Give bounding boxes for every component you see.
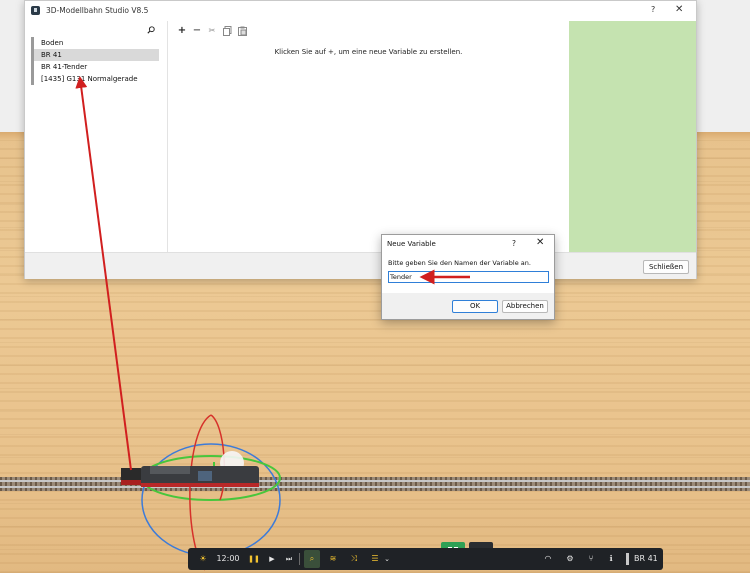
list-item-selected[interactable]: BR 41 [31,49,159,61]
copy-icon[interactable] [222,26,232,36]
remove-icon[interactable]: − [192,26,202,36]
cancel-button[interactable]: Abbrechen [502,300,548,313]
rail [0,480,750,482]
window-footer: Schließen [25,252,696,279]
object-tree: Boden BR 41 BR 41-Tender [1435] G131 Nor… [31,37,159,85]
new-variable-dialog[interactable]: Neue Variable ? ✕ Bitte geben Sie den Na… [381,234,555,320]
window-title: 3D-Modellbahn Studio V8.5 [46,6,149,15]
list-item[interactable]: Boden [31,37,159,49]
variables-pane: + − ✂ Klicken Sie auf +, um eine neue Va… [168,21,569,252]
rail-track[interactable] [0,477,750,491]
help-button[interactable]: ? [651,5,655,14]
separator [626,553,629,565]
ok-button[interactable]: OK [452,300,498,313]
window-titlebar[interactable]: 3D-Modellbahn Studio V8.5 ? ✕ [25,1,696,21]
selected-loco-label[interactable]: BR 41 [634,548,660,570]
paste-icon[interactable] [237,26,247,36]
object-list-pane: Boden BR 41 BR 41-Tender [1435] G131 Nor… [25,21,168,252]
time-display[interactable]: 12:00 [216,548,240,570]
layers-icon[interactable]: ≋ [325,548,341,570]
separator [299,553,300,565]
dialog-prompt: Bitte geben Sie den Namen der Variable a… [388,259,531,267]
chevron-down-icon[interactable]: ⌄ [382,548,392,570]
variables-window[interactable]: 3D-Modellbahn Studio V8.5 ? ✕ Boden BR 4… [24,0,697,279]
bottom-toolbar: ☀ 12:00 ❚❚ ▶ ⏭ ⌕ ≋ ⤨ ☰ ⌄ ◠ ⚙ ⑂ ℹ BR 41 [188,548,663,570]
close-icon[interactable]: ✕ [675,4,683,15]
list-icon[interactable]: ☰ [368,548,382,570]
dialog-close-icon[interactable]: ✕ [536,237,544,248]
rail [0,486,750,488]
add-icon[interactable]: + [177,26,187,36]
play-icon[interactable]: ▶ [266,548,278,570]
skip-icon[interactable]: ⏭ [283,548,295,570]
dialog-title: Neue Variable [387,240,436,248]
search-icon[interactable] [147,26,155,34]
cut-icon[interactable]: ✂ [207,26,217,36]
preview-pane [569,21,696,252]
app-icon [31,6,40,15]
list-item[interactable]: BR 41-Tender [31,61,159,73]
sun-icon[interactable]: ☀ [196,548,210,570]
shuffle-icon[interactable]: ⤨ [346,548,362,570]
variables-toolbar: + − ✂ [177,25,247,37]
dialog-help-button[interactable]: ? [512,239,516,248]
empty-hint: Klicken Sie auf +, um eine neue Variable… [274,48,463,56]
info-icon[interactable]: ℹ [604,548,618,570]
switch-icon[interactable]: ⑂ [584,548,598,570]
dialog-footer: OK Abbrechen [382,293,554,319]
pause-icon[interactable]: ❚❚ [248,548,260,570]
signal-icon[interactable]: ◠ [540,548,556,570]
gear-icon[interactable]: ⚙ [563,548,577,570]
close-button[interactable]: Schließen [643,260,689,274]
variable-name-input[interactable]: Tender [388,271,549,283]
list-item[interactable]: [1435] G131 Normalgerade [31,73,159,85]
search-icon[interactable]: ⌕ [304,550,320,568]
